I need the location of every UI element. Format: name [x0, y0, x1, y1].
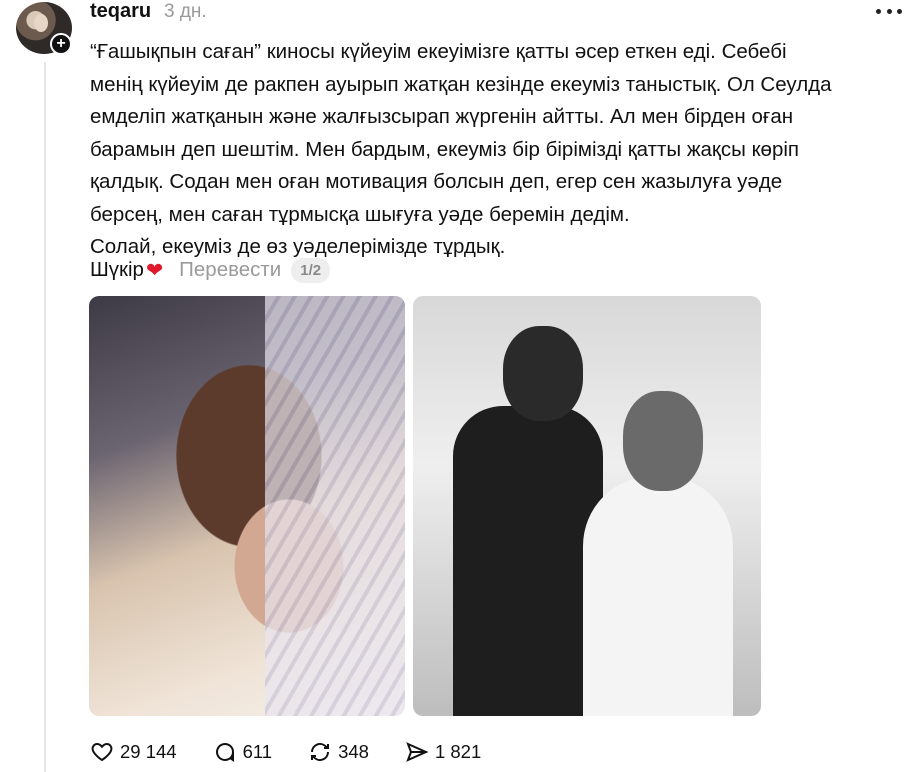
repost-count: 348: [338, 741, 369, 762]
username[interactable]: teqaru: [90, 0, 151, 23]
translate-link[interactable]: Перевести: [179, 258, 281, 282]
post-footer-line: Шүкір ❤ Перевести 1/2: [90, 257, 331, 283]
thread-line: [44, 62, 46, 772]
closing-text: Шүкір: [90, 258, 144, 281]
heart-emoji-icon: ❤: [145, 258, 164, 282]
more-options-icon[interactable]: [876, 4, 902, 18]
like-count: 29 144: [120, 741, 177, 762]
striped-fabric: [265, 296, 405, 716]
groom-head: [503, 326, 583, 421]
more-dot: [897, 8, 902, 14]
more-dot: [886, 8, 892, 14]
repost-button[interactable]: 348: [308, 740, 369, 764]
page-indicator-badge: 1/2: [291, 257, 331, 283]
selfie-photo[interactable]: [89, 296, 405, 716]
avatar-figure: [34, 14, 48, 32]
comment-button[interactable]: 611: [213, 740, 273, 764]
bride-head: [623, 391, 703, 491]
bride-figure: [583, 476, 733, 716]
heart-icon: [91, 742, 113, 762]
comment-icon: [215, 743, 234, 762]
share-count: 1 821: [434, 741, 482, 762]
like-button[interactable]: 29 144: [90, 740, 177, 764]
comment-count: 611: [242, 741, 273, 762]
more-dot: [876, 8, 881, 14]
post-text: “Ғашықпын саған” киносы күйеуім екеуіміз…: [90, 40, 832, 258]
post-actions-bar: 29 144 611 348 1 821: [90, 738, 517, 766]
wedding-dance-photo[interactable]: [413, 296, 761, 716]
follow-plus-icon[interactable]: +: [50, 33, 72, 55]
groom-figure: [453, 406, 603, 716]
send-icon: [406, 742, 429, 762]
share-button[interactable]: 1 821: [405, 740, 481, 764]
repost-icon: [311, 743, 330, 761]
timestamp[interactable]: 3 дн.: [164, 1, 207, 23]
